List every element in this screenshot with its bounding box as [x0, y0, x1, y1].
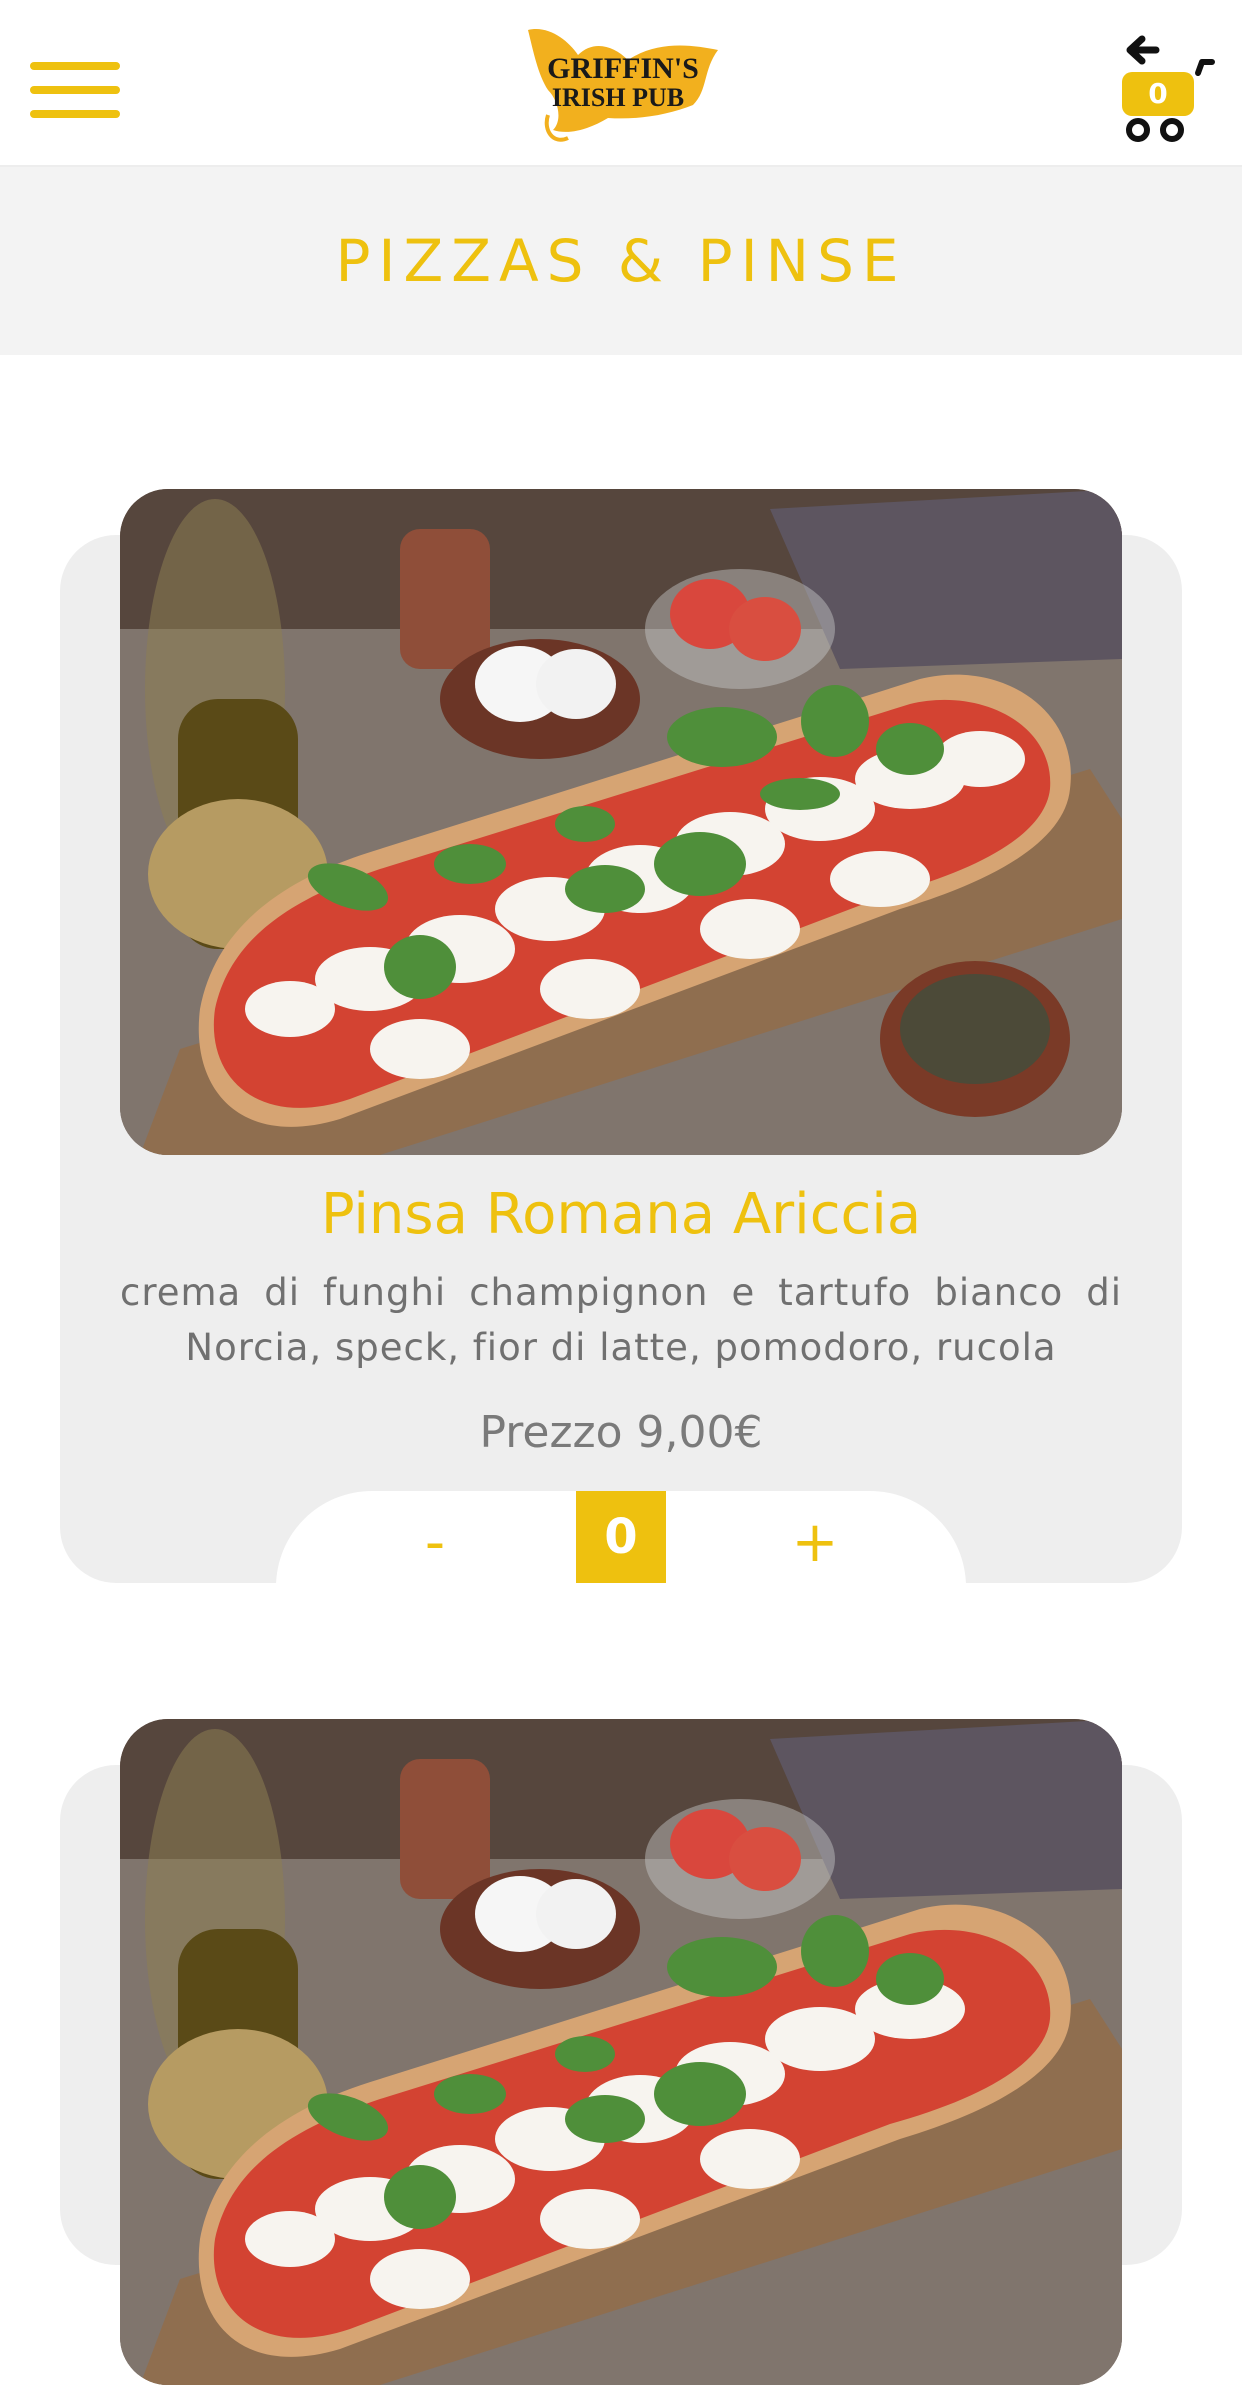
product-image: [120, 1719, 1122, 2385]
product-name: Pinsa Romana Ariccia: [320, 1182, 922, 1247]
app-header: GRIFFIN'S IRISH PUB 0: [0, 0, 1242, 165]
quantity-stepper: - 0 +: [276, 1491, 966, 1591]
hamburger-menu-icon[interactable]: [30, 62, 120, 118]
logo-line1: GRIFFIN'S: [547, 52, 699, 85]
category-banner: PIZZAS & PINSE: [0, 165, 1242, 355]
logo-line2: IRISH PUB: [552, 83, 684, 112]
product-price: Prezzo 9,00€: [479, 1407, 763, 1458]
decrease-quantity-button[interactable]: -: [390, 1503, 480, 1583]
griffins-irish-pub-logo[interactable]: GRIFFIN'S IRISH PUB: [518, 20, 728, 148]
quantity-value: 0: [576, 1491, 666, 1583]
cart-button[interactable]: 0: [1110, 30, 1215, 145]
product-description: crema di funghi champignon e tartufo bia…: [120, 1271, 1122, 1369]
increase-quantity-button[interactable]: +: [770, 1503, 860, 1583]
cart-count-badge: 0: [1122, 72, 1194, 116]
category-title: PIZZAS & PINSE: [335, 227, 907, 295]
product-image: [120, 489, 1122, 1155]
